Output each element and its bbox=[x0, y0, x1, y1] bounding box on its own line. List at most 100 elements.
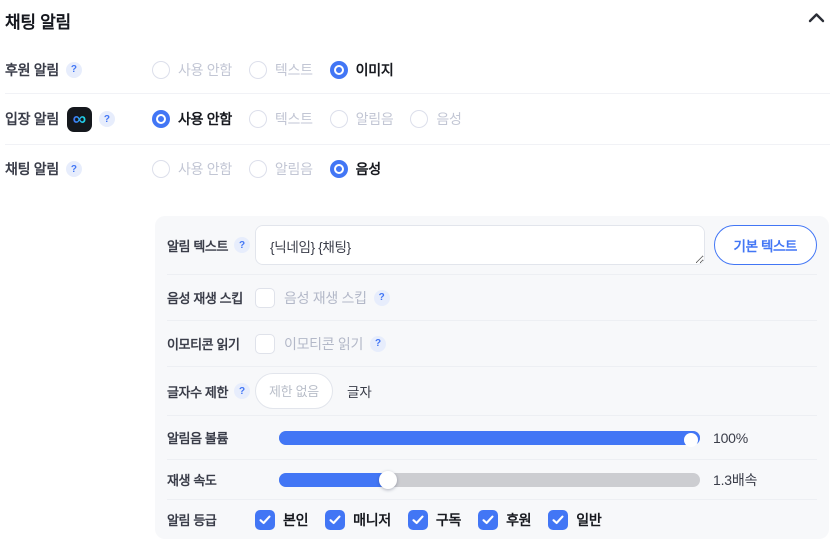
volume-value: 100% bbox=[713, 430, 748, 446]
help-icon[interactable]: ? bbox=[234, 237, 250, 253]
grade-checkbox-item[interactable]: 구독 bbox=[408, 510, 461, 530]
slider-knob[interactable] bbox=[379, 471, 397, 489]
radio-group-donation: 사용 안함 텍스트 이미지 bbox=[152, 60, 410, 80]
panel-label-group: 음성 재생 스킵 bbox=[167, 288, 255, 307]
help-icon[interactable]: ? bbox=[370, 336, 386, 352]
checkbox-icon[interactable] bbox=[325, 510, 345, 530]
row-voice-skip: 음성 재생 스킵 음성 재생 스킵 ? bbox=[167, 274, 817, 320]
radio-option-label: 사용 안함 bbox=[178, 60, 232, 80]
radio-icon[interactable] bbox=[249, 61, 267, 79]
panel-label: 알림 등급 bbox=[167, 510, 216, 529]
voice-skip-checkbox[interactable] bbox=[255, 288, 275, 308]
grade-checkbox-label: 일반 bbox=[576, 510, 601, 530]
checkbox-icon[interactable] bbox=[478, 510, 498, 530]
row-label: 채팅 알림 bbox=[5, 159, 59, 179]
panel-label: 재생 속도 bbox=[167, 470, 216, 489]
help-icon[interactable]: ? bbox=[99, 111, 115, 127]
radio-option[interactable]: 음성 bbox=[410, 109, 461, 129]
checkbox-icon[interactable] bbox=[548, 510, 568, 530]
radio-group-entry: 사용 안함 텍스트 알림음 음성 bbox=[152, 109, 479, 129]
radio-option-label: 사용 안함 bbox=[178, 109, 232, 129]
radio-icon[interactable] bbox=[152, 61, 170, 79]
row-label-group: 채팅 알림 ? bbox=[5, 159, 152, 179]
radio-option[interactable]: 사용 안함 bbox=[152, 109, 232, 129]
grade-checkbox-label: 후원 bbox=[506, 510, 531, 530]
row-notification-text: 알림 텍스트 ? {닉네임} {채팅} 기본 텍스트 bbox=[167, 216, 817, 274]
radio-icon[interactable] bbox=[330, 110, 348, 128]
radio-option[interactable]: 알림음 bbox=[330, 109, 394, 129]
row-speed: 재생 속도 1.3배속 bbox=[167, 459, 817, 499]
radio-group-chat: 사용 안함 알림음 음성 bbox=[152, 159, 398, 179]
char-limit-unit-label: 글자 bbox=[347, 381, 372, 401]
panel-label: 알림 텍스트 bbox=[167, 236, 228, 255]
radio-icon[interactable] bbox=[249, 160, 267, 178]
radio-option-label: 음성 bbox=[356, 159, 381, 179]
grade-checkbox-item[interactable]: 매니저 bbox=[325, 510, 391, 530]
grade-checkbox-label: 매니저 bbox=[353, 510, 391, 530]
default-text-button[interactable]: 기본 텍스트 bbox=[714, 225, 817, 265]
radio-option[interactable]: 음성 bbox=[330, 159, 381, 179]
panel-label-group: 이모티콘 읽기 bbox=[167, 334, 255, 353]
section-header: 채팅 알림 bbox=[5, 8, 830, 46]
radio-icon[interactable] bbox=[330, 61, 348, 79]
radio-option[interactable]: 텍스트 bbox=[249, 109, 313, 129]
radio-option[interactable]: 텍스트 bbox=[249, 60, 313, 80]
volume-slider[interactable] bbox=[279, 429, 700, 447]
emoticon-read-checkbox-label: 이모티콘 읽기 bbox=[284, 334, 363, 354]
row-entry-alert: 입장 알림 ∞ ? 사용 안함 텍스트 알림음 음성 bbox=[5, 94, 830, 145]
row-label: 후원 알림 bbox=[5, 60, 59, 80]
radio-icon[interactable] bbox=[330, 160, 348, 178]
checkbox-icon[interactable] bbox=[255, 510, 275, 530]
help-icon[interactable]: ? bbox=[66, 62, 82, 78]
radio-icon[interactable] bbox=[249, 110, 267, 128]
radio-option-label: 알림음 bbox=[356, 109, 394, 129]
panel-label: 알림음 볼륨 bbox=[167, 428, 228, 447]
radio-option[interactable]: 알림음 bbox=[249, 159, 313, 179]
radio-icon[interactable] bbox=[410, 110, 428, 128]
panel-label-group: 알림 텍스트 ? bbox=[167, 236, 255, 255]
row-emoticon-read: 이모티콘 읽기 이모티콘 읽기 ? bbox=[167, 320, 817, 366]
grade-checkbox-group: 본인 매니저 구독 후원 일반 bbox=[255, 510, 618, 530]
soop-logo-icon: ∞ bbox=[67, 107, 92, 132]
speed-value: 1.3배속 bbox=[713, 470, 757, 490]
panel-label: 이모티콘 읽기 bbox=[167, 334, 240, 353]
help-icon[interactable]: ? bbox=[66, 161, 82, 177]
checkbox-icon[interactable] bbox=[408, 510, 428, 530]
grade-checkbox-item[interactable]: 본인 bbox=[255, 510, 308, 530]
grade-checkbox-label: 본인 bbox=[283, 510, 308, 530]
panel-label-group: 재생 속도 bbox=[167, 470, 255, 489]
radio-option-label: 사용 안함 bbox=[178, 159, 232, 179]
chevron-up-icon[interactable] bbox=[808, 10, 825, 28]
grade-checkbox-item[interactable]: 후원 bbox=[478, 510, 531, 530]
notification-text-input[interactable]: {닉네임} {채팅} bbox=[255, 225, 705, 265]
row-chat-alert: 채팅 알림 ? 사용 안함 알림음 음성 bbox=[5, 145, 830, 193]
radio-icon[interactable] bbox=[152, 160, 170, 178]
radio-option-label: 텍스트 bbox=[275, 60, 313, 80]
radio-option-label: 이미지 bbox=[356, 60, 394, 80]
slider-knob[interactable] bbox=[684, 433, 698, 447]
radio-icon[interactable] bbox=[152, 110, 170, 128]
radio-option-label: 텍스트 bbox=[275, 109, 313, 129]
row-label-group: 입장 알림 ∞ ? bbox=[5, 107, 152, 132]
row-label: 입장 알림 bbox=[5, 109, 59, 129]
help-icon[interactable]: ? bbox=[234, 383, 250, 399]
help-icon[interactable]: ? bbox=[374, 290, 390, 306]
radio-option[interactable]: 이미지 bbox=[330, 60, 394, 80]
slider-fill bbox=[279, 473, 388, 487]
emoticon-read-checkbox[interactable] bbox=[255, 334, 275, 354]
grade-checkbox-item[interactable]: 일반 bbox=[548, 510, 601, 530]
row-label-group: 후원 알림 ? bbox=[5, 60, 152, 80]
page-title: 채팅 알림 bbox=[5, 8, 71, 33]
panel-label-group: 글자수 제한 ? bbox=[167, 382, 255, 401]
row-volume: 알림음 볼륨 100% bbox=[167, 415, 817, 459]
radio-option[interactable]: 사용 안함 bbox=[152, 159, 232, 179]
panel-label-group: 알림 등급 bbox=[167, 510, 255, 529]
voice-settings-panel: 알림 텍스트 ? {닉네임} {채팅} 기본 텍스트 음성 재생 스킵 음성 재… bbox=[155, 216, 829, 539]
radio-option[interactable]: 사용 안함 bbox=[152, 60, 232, 80]
panel-label: 음성 재생 스킵 bbox=[167, 288, 243, 307]
char-limit-input[interactable] bbox=[255, 373, 333, 409]
row-donation-alert: 후원 알림 ? 사용 안함 텍스트 이미지 bbox=[5, 46, 830, 94]
radio-option-label: 음성 bbox=[436, 109, 461, 129]
chat-notification-settings: 채팅 알림 후원 알림 ? 사용 안함텍스트이미지 입장 알림 ∞ ? 사용 안… bbox=[0, 0, 835, 543]
speed-slider[interactable] bbox=[279, 471, 700, 489]
